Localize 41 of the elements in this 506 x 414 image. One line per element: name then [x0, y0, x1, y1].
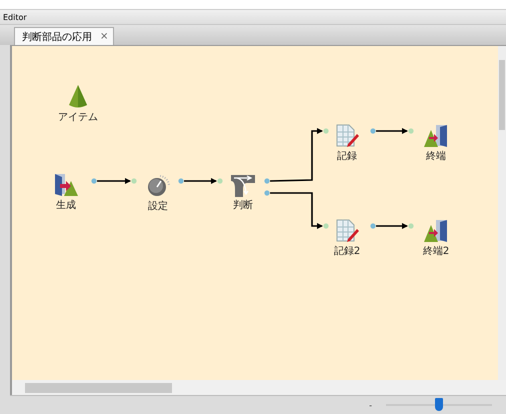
node-label: 終端	[426, 150, 446, 163]
switch-icon[interactable]	[231, 173, 255, 197]
cone-door-icon[interactable]	[424, 219, 448, 243]
port-dot	[131, 178, 137, 184]
panel-title: Editor	[3, 12, 27, 22]
node-label: 終端2	[422, 244, 450, 258]
port-dot	[408, 223, 414, 229]
port-dot	[370, 223, 376, 229]
vertical-scrollbar[interactable]	[498, 46, 506, 380]
horizontal-scrollbar[interactable]	[12, 380, 506, 395]
connector-arrow	[184, 178, 217, 184]
connector-arrow	[97, 178, 131, 184]
sheet-pencil-icon[interactable]	[335, 124, 359, 148]
port-dot	[264, 178, 270, 184]
sheet-pencil-icon[interactable]	[335, 219, 359, 243]
node-label: 記録2	[334, 244, 360, 258]
slider-thumb[interactable]	[435, 398, 443, 411]
cone-icon[interactable]	[68, 85, 88, 109]
node-label: 設定	[148, 200, 168, 213]
port-dot	[217, 178, 223, 184]
node-label: 生成	[56, 198, 76, 212]
connector-arrow	[270, 128, 323, 182]
zoom-out-label: -	[369, 400, 372, 410]
node-label: 判断	[233, 198, 253, 212]
port-dot	[370, 128, 376, 134]
close-icon[interactable]: ×	[100, 31, 108, 42]
node-label: 記録	[337, 150, 357, 163]
door-cone-icon[interactable]	[54, 173, 78, 197]
knob-icon[interactable]	[146, 174, 170, 198]
node-label: アイテム	[58, 111, 98, 124]
port-dot	[323, 128, 329, 134]
port-dot	[91, 178, 97, 184]
cone-door-icon[interactable]	[424, 124, 448, 148]
connector-arrow	[270, 192, 323, 229]
port-dot	[408, 128, 414, 134]
editor-tab[interactable]: 判断部品の応用 ×	[14, 27, 114, 45]
port-dot	[323, 223, 329, 229]
connector-arrow	[376, 128, 408, 134]
port-dot	[178, 178, 184, 184]
connector-arrow	[376, 223, 408, 229]
port-dot	[264, 190, 270, 196]
